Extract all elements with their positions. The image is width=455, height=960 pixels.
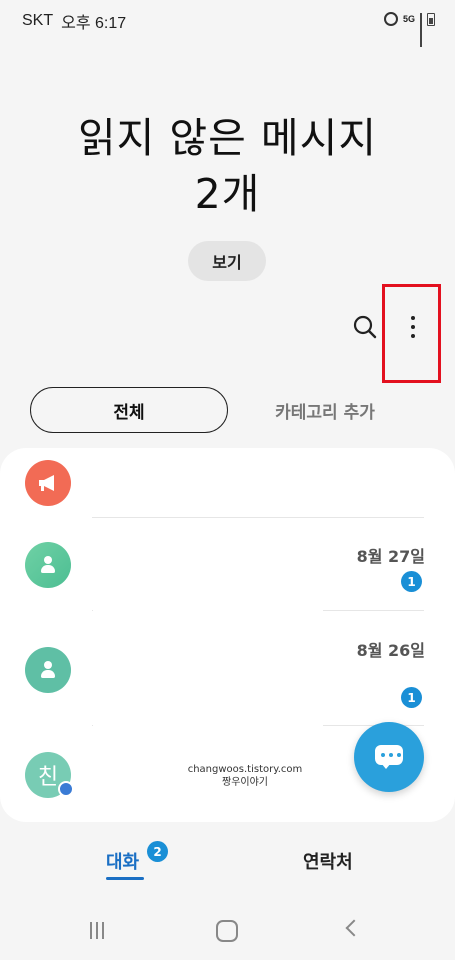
tab-chats-label: 대화 [106,852,140,873]
search-button[interactable] [348,310,382,344]
unread-badge: 1 [401,687,422,708]
redacted-content [90,466,268,512]
navigation-bar [0,910,455,960]
unread-title-line1: 읽지 않은 메시지 [77,114,378,162]
unread-badge: 1 [401,571,422,592]
filter-all-tab[interactable]: 전체 [30,387,228,433]
view-unread-button[interactable]: 보기 [188,241,266,281]
conversation-avatar[interactable] [25,542,71,588]
home-icon[interactable] [216,920,238,942]
new-message-button[interactable] [354,722,424,792]
status-icons: 5G [383,12,435,47]
alarm-icon [383,12,398,26]
tab-contacts[interactable]: 연락처 [303,848,353,874]
carrier-label: SKT [22,12,54,29]
conversation-avatar[interactable] [25,647,71,693]
conversation-avatar[interactable] [25,460,71,506]
recent-apps-icon[interactable] [90,922,104,939]
conversation-date: 8월 26일 [356,641,425,660]
more-options-icon [411,316,415,320]
add-category-button[interactable]: 카테고리 추가 [240,398,410,423]
chat-indicator-icon [58,781,74,797]
conversation-date: 8월 27일 [356,547,425,566]
back-icon[interactable] [345,919,363,937]
battery-icon [427,12,435,26]
status-bar: SKT 오후 6:17 5G [0,0,455,47]
megaphone-icon [39,475,54,491]
chats-unread-badge: 2 [147,841,168,862]
more-options-button[interactable] [398,310,428,344]
watermark: changwoos.tistory.com 짱우이야기 [187,764,303,788]
unread-title-line2: 2개 [194,170,261,218]
signal-icon [420,12,422,47]
person-icon [38,554,58,576]
person-icon [38,659,58,681]
redacted-content [93,531,323,801]
list-divider [92,517,424,518]
new-message-icon [375,745,403,769]
clock: 오후 6:17 [61,15,127,32]
active-tab-indicator [106,877,144,880]
tab-chats[interactable]: 대화 [106,848,144,880]
unread-count-title: 읽지 않은 메시지 2개 [0,110,455,222]
search-icon [353,315,377,339]
fiveg-icon: 5G [402,13,415,24]
